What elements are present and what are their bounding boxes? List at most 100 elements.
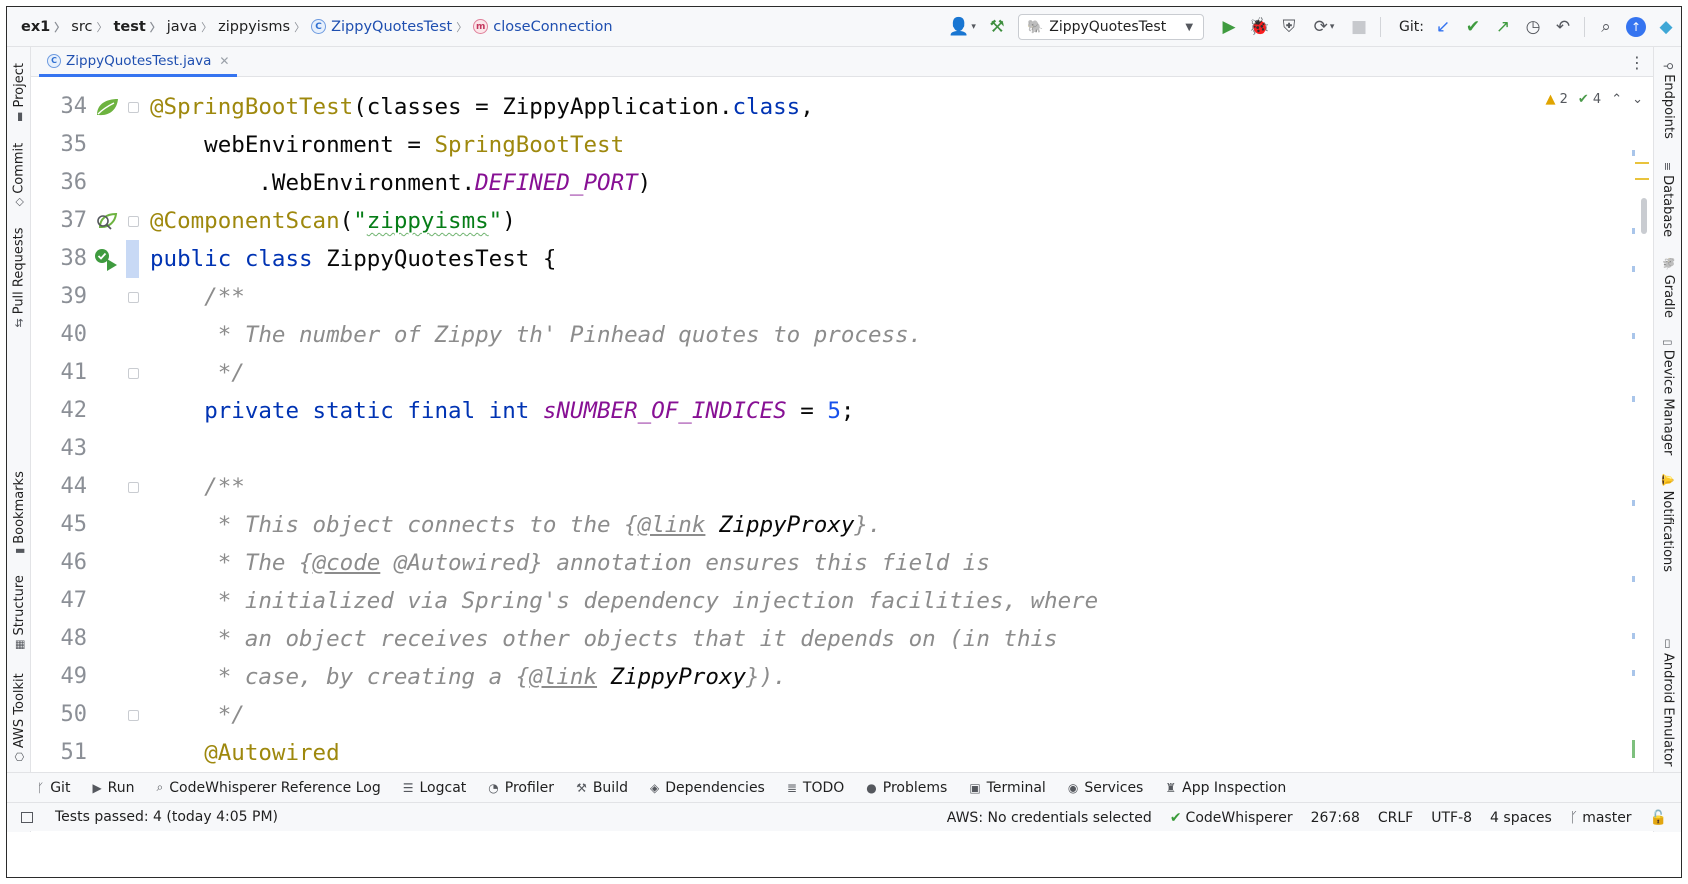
run-icon[interactable]: ▶ (1214, 12, 1244, 42)
code-line-34: @SpringBootTest(classes = ZippyApplicati… (150, 94, 814, 120)
rollback-icon[interactable]: ↶ (1548, 12, 1578, 42)
git-commit-icon[interactable]: ✔ (1458, 12, 1488, 42)
code-line-40: * The number of Zippy th' Pinhead quotes… (150, 322, 923, 348)
tool-notifications[interactable]: 🔔Notifications (1654, 472, 1681, 572)
indent-setting[interactable]: 4 spaces (1490, 810, 1552, 826)
history-icon[interactable]: ◷ (1518, 12, 1548, 42)
chevron-up-icon[interactable]: ⌃ (1611, 92, 1622, 107)
tool-problems[interactable]: ● Problems (866, 780, 947, 796)
code-editor[interactable]: 34 35 36 37 38 39 40 41 42 43 44 45 46 4… (31, 78, 1653, 772)
more-icon[interactable]: ⋮ (1629, 53, 1645, 72)
code-line-49: * case, by creating a {@link ZippyProxy}… (150, 664, 787, 690)
fold-marker[interactable] (127, 202, 139, 240)
tool-database[interactable]: ≡Database (1654, 159, 1681, 239)
line-separator[interactable]: CRLF (1378, 810, 1413, 826)
tool-endpoints[interactable]: ⚲Endpoints (1654, 55, 1681, 145)
update-icon[interactable]: ↑ (1621, 12, 1651, 42)
tool-bookmarks[interactable]: ▮Bookmarks (7, 467, 31, 557)
left-tool-strip: ▬Project ◇Commit ⇆Pull Requests ▮Bookmar… (7, 47, 31, 832)
tool-profiler[interactable]: ◔ Profiler (488, 780, 554, 796)
fold-marker[interactable] (127, 354, 139, 392)
debug-icon[interactable]: 🐞 (1244, 12, 1274, 42)
breadcrumb-java[interactable]: java 〉 (167, 19, 218, 35)
plugin-icon[interactable]: ◆ (1651, 12, 1681, 42)
spring-scan-icon[interactable] (93, 202, 121, 240)
chevron-down-icon[interactable]: ⌄ (1632, 92, 1643, 107)
run-configuration-select[interactable]: 🐘 ZippyQuotesTest ▼ (1018, 14, 1205, 40)
tool-android-emulator[interactable]: ▭Android Emulator (1654, 637, 1681, 767)
structure-icon: ▦ (12, 639, 26, 650)
codewhisperer-status[interactable]: ✔ CodeWhisperer (1170, 810, 1293, 826)
tool-logcat[interactable]: ☰ Logcat (403, 780, 467, 796)
scroll-marker (1632, 228, 1635, 234)
breadcrumb-ex1[interactable]: ex1 〉 (21, 19, 71, 35)
file-encoding[interactable]: UTF-8 (1431, 810, 1472, 826)
spring-leaf-icon[interactable] (93, 88, 121, 126)
tool-run[interactable]: ▶ Run (92, 780, 134, 796)
tool-gradle[interactable]: 🐘Gradle (1654, 252, 1681, 322)
breadcrumb-zippyisms[interactable]: zippyisms 〉 (218, 19, 311, 35)
scroll-marker-warning (1635, 178, 1649, 180)
code-line-51: @Autowired (204, 740, 340, 766)
scrollbar-thumb[interactable] (1641, 198, 1647, 234)
lock-icon[interactable]: 🔓 (1650, 810, 1667, 826)
line-number: 44 (60, 474, 88, 499)
status-message[interactable]: Tests passed: 4 (today 4:05 PM) (55, 809, 278, 825)
inspection-widget[interactable]: ▲ 2 ✔ 4 ⌃ ⌄ (1545, 92, 1643, 107)
tool-device-manager[interactable]: ▯Device Manager (1654, 332, 1681, 462)
problems-icon: ● (866, 780, 877, 795)
breadcrumb-class[interactable]: C ZippyQuotesTest 〉 (311, 19, 473, 35)
breadcrumb-test[interactable]: test 〉 (113, 19, 166, 35)
fold-marker[interactable] (127, 696, 139, 734)
code-text[interactable]: @SpringBootTest(classes = ZippyApplicati… (139, 78, 1613, 772)
tool-app-inspection[interactable]: ♜ App Inspection (1165, 780, 1286, 796)
bell-icon: 🔔 (1661, 472, 1675, 487)
tool-commit[interactable]: ◇Commit (7, 139, 31, 209)
caret-position[interactable]: 267:68 (1311, 810, 1360, 826)
scroll-marker (1632, 576, 1635, 582)
check-icon: ✔ (1169, 809, 1182, 826)
list-icon: ≣ (786, 780, 797, 795)
build-hammer-icon[interactable]: ⚒ (982, 12, 1012, 42)
tool-todo[interactable]: ≣ TODO (787, 780, 844, 796)
toggle-tool-windows-icon[interactable] (21, 811, 33, 823)
profile-icon[interactable]: 👤 ▾ (942, 12, 982, 42)
breadcrumb-method[interactable]: m closeConnection (473, 19, 613, 35)
tab-zippyquotestest[interactable]: C ZippyQuotesTest.java ✕ (39, 47, 238, 77)
endpoints-icon: ⚲ (1661, 61, 1675, 70)
search-icon[interactable]: ⌕ (1591, 12, 1621, 42)
breadcrumb-src[interactable]: src 〉 (71, 19, 113, 35)
tool-build[interactable]: ⚒ Build (576, 780, 628, 796)
git-update-icon[interactable]: ↙ (1428, 12, 1458, 42)
tool-project[interactable]: ▬Project (7, 57, 31, 127)
tool-codewhisperer-log[interactable]: ⌕ CodeWhisperer Reference Log (157, 780, 381, 796)
tool-terminal[interactable]: ▣ Terminal (969, 780, 1046, 796)
line-number: 49 (60, 664, 88, 689)
tool-git[interactable]: ᚴ Git (37, 780, 70, 796)
database-icon: ≡ (1661, 161, 1675, 171)
fold-marker[interactable] (127, 88, 139, 126)
coverage-icon[interactable]: ⛨ (1274, 12, 1304, 42)
ide-window: ex1 〉 src 〉 test 〉 java 〉 zippyisms 〉 C ZippyQ… (6, 6, 1682, 878)
tool-aws-toolkit[interactable]: ⬡AWS Toolkit (7, 667, 31, 767)
gradle-icon: 🐘 (1027, 19, 1044, 35)
profile-run-icon[interactable]: ⟳ ▾ (1304, 12, 1344, 42)
aws-connection[interactable]: AWS: No credentials selected (947, 810, 1152, 826)
line-gutter: 34 35 36 37 38 39 40 41 42 43 44 45 46 4… (31, 78, 139, 772)
line-number: 45 (60, 512, 88, 537)
tool-dependencies[interactable]: ◈ Dependencies (650, 780, 765, 796)
hammer-icon: ⚒ (576, 780, 587, 795)
reference-log-icon: ⌕ (156, 780, 164, 794)
git-push-icon[interactable]: ↗ (1488, 12, 1518, 42)
git-branch[interactable]: ᚴ master (1570, 810, 1632, 826)
stop-icon[interactable]: ■ (1344, 12, 1374, 42)
tool-pull-requests[interactable]: ⇆Pull Requests (7, 227, 31, 327)
tool-structure[interactable]: ▦Structure (7, 572, 31, 652)
line-number: 42 (60, 398, 88, 423)
fold-marker[interactable] (127, 468, 139, 506)
run-test-icon[interactable] (93, 240, 121, 278)
fold-marker[interactable] (127, 278, 139, 316)
close-icon[interactable]: ✕ (219, 54, 229, 68)
tool-services[interactable]: ◉ Services (1068, 780, 1144, 796)
class-icon: C (47, 53, 61, 68)
